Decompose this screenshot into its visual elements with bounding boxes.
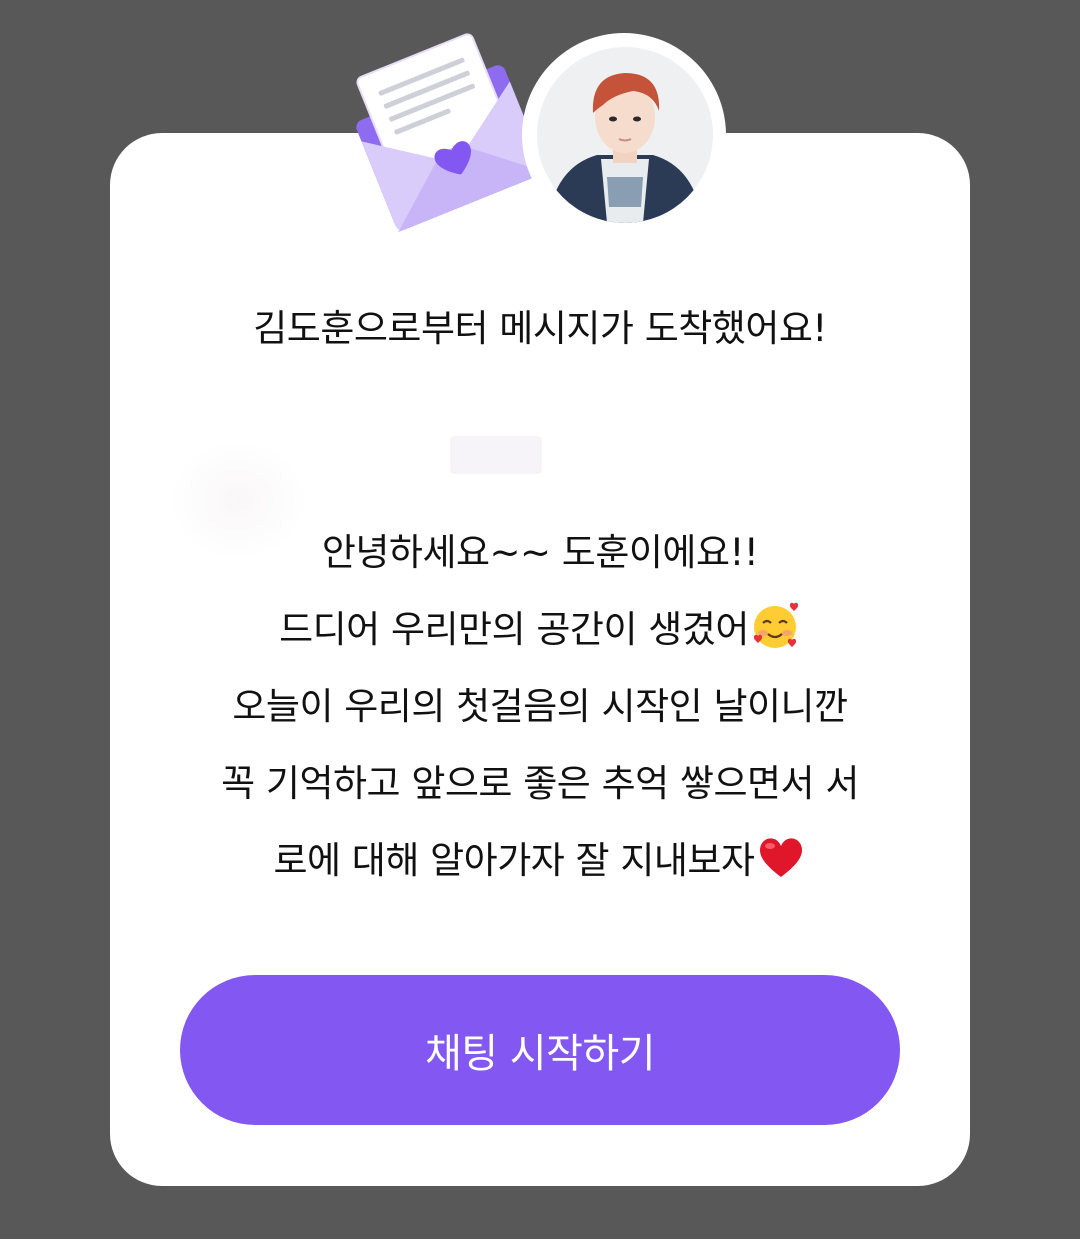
red-heart-icon [759,838,802,877]
message-line-3: 오늘이 우리의 첫걸음의 시작인 날이니깐 [232,685,848,728]
message-line-2: 드디어 우리만의 공간이 생겼어 [130,591,950,668]
envelope-heart-icon [356,33,545,233]
smiling-face-with-hearts-icon [753,602,798,648]
message-line-2-text: 드디어 우리만의 공간이 생겼어 [279,608,749,651]
message-body: 안녕하세요~~ 도훈이에요!! 드디어 우리만의 공간이 생겼어 오늘이 우리의… [130,514,950,899]
message-line-5: 로에 대해 알아가자 잘 지내보자 [130,822,950,899]
message-line-5-text: 로에 대해 알아가자 잘 지내보자 [273,839,755,882]
dialog-title: 김도훈으로부터 메시지가 도착했어요! [253,307,827,350]
message-line-4: 꼭 기억하고 앞으로 좋은 추억 쌓으면서 서 [221,762,859,805]
avatar [537,47,713,223]
message-line-1: 안녕하세요~~ 도훈이에요!! [321,531,759,574]
start-chat-button[interactable]: 채팅 시작하기 [180,975,900,1125]
profile-avatar [537,47,713,223]
decorative-smudge [450,436,542,474]
